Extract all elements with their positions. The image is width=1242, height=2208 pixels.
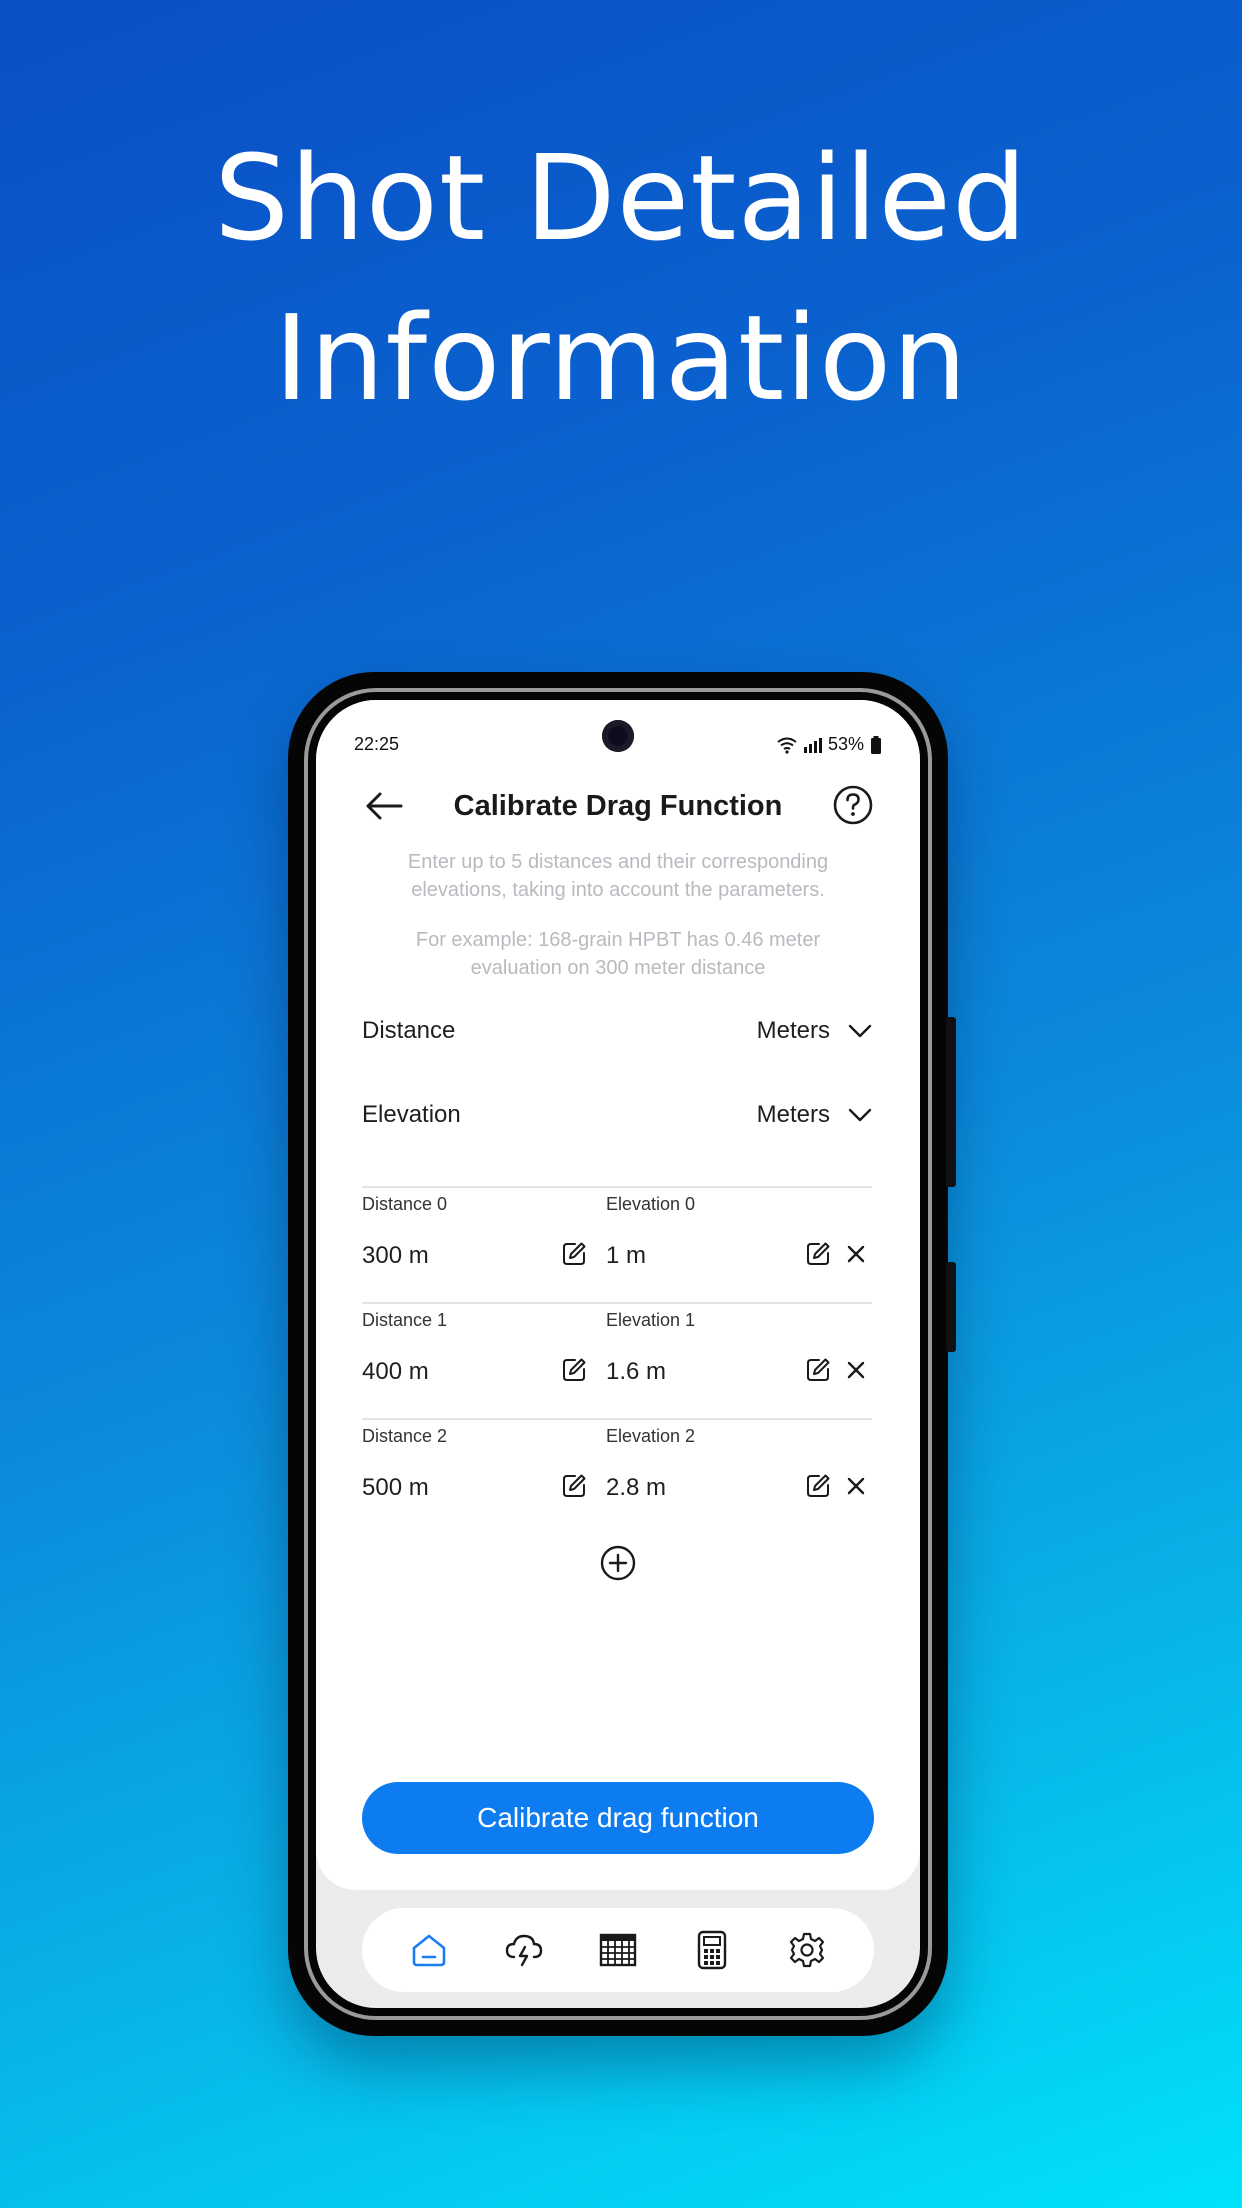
calibration-entry: Distance 1 Elevation 1 400 m 1.6 m [362, 1306, 872, 1420]
instructions-text: Enter up to 5 distances and their corres… [407, 851, 829, 901]
elevation-label: Elevation 1 [606, 1310, 696, 1330]
edit-elevation-icon[interactable] [804, 1356, 832, 1384]
elevation-value: 1 m [606, 1242, 647, 1269]
page-title: Calibrate Drag Function [453, 790, 783, 822]
distance-value: 300 m [362, 1242, 429, 1269]
calibrate-button[interactable]: Calibrate drag function [362, 1782, 874, 1854]
divider [362, 1302, 872, 1304]
elevation-unit-value: Meters [756, 1101, 830, 1128]
elevation-label: Elevation 0 [606, 1194, 696, 1214]
distance-value: 500 m [362, 1474, 429, 1501]
tab-settings[interactable] [780, 1923, 834, 1977]
power-button [946, 1262, 956, 1352]
headline-line-1: Shot Detailed [214, 129, 1028, 267]
headline: Shot Detailed Information [0, 118, 1242, 438]
edit-distance-icon[interactable] [560, 1240, 588, 1268]
distance-unit-value: Meters [756, 1017, 830, 1044]
distance-unit-select[interactable]: Meters [757, 1017, 872, 1045]
tab-calculator[interactable] [685, 1923, 739, 1977]
battery-icon [871, 735, 881, 754]
table-icon [599, 1933, 637, 1967]
signal-icon [803, 737, 822, 753]
battery-percent: 53% [827, 734, 864, 754]
distance-unit-label: Distance [362, 1017, 456, 1044]
help-icon[interactable] [832, 784, 874, 826]
tab-home[interactable] [402, 1923, 456, 1977]
front-camera [602, 720, 634, 752]
status-time: 22:25 [354, 734, 400, 754]
edit-elevation-icon[interactable] [804, 1472, 832, 1500]
divider [362, 1418, 872, 1420]
distance-label: Distance 1 [362, 1310, 448, 1330]
calibrate-button-label: Calibrate drag function [477, 1802, 759, 1833]
tab-weather[interactable] [497, 1923, 551, 1977]
calibration-entry: Distance 0 Elevation 0 300 m 1 m [362, 1190, 872, 1304]
calculator-icon [698, 1930, 727, 1970]
wifi-icon [777, 737, 797, 754]
volume-button [946, 1017, 956, 1187]
close-icon[interactable] [844, 1358, 868, 1382]
elevation-value: 1.6 m [606, 1358, 667, 1385]
home-icon [412, 1934, 446, 1967]
divider [362, 1186, 872, 1188]
elevation-label: Elevation 2 [606, 1426, 696, 1446]
example-text: For example: 168-grain HPBT has 0.46 met… [415, 929, 821, 979]
weather-icon [505, 1934, 542, 1967]
distance-label: Distance 0 [362, 1194, 448, 1214]
close-icon[interactable] [844, 1242, 868, 1266]
edit-distance-icon[interactable] [560, 1472, 588, 1500]
edit-elevation-icon[interactable] [804, 1240, 832, 1268]
elevation-unit-row: Elevation Meters [362, 1090, 872, 1140]
chevron-down-icon [848, 1024, 872, 1038]
bottom-tab-bar [362, 1908, 874, 1992]
phone-frame: 22:25 53% Calibrate Drag Function Enter … [288, 672, 956, 2036]
distance-label: Distance 2 [362, 1426, 448, 1446]
content-sheet: 22:25 53% Calibrate Drag Function Enter … [316, 700, 920, 1890]
tab-table[interactable] [591, 1923, 645, 1977]
calibration-entry: Distance 2 Elevation 2 500 m 2.8 m [362, 1422, 872, 1536]
headline-line-2: Information [273, 289, 969, 427]
elevation-unit-label: Elevation [362, 1101, 461, 1128]
settings-icon [789, 1932, 824, 1968]
elevation-unit-select[interactable]: Meters [757, 1101, 872, 1129]
edit-distance-icon[interactable] [560, 1356, 588, 1384]
elevation-value: 2.8 m [606, 1474, 667, 1501]
chevron-down-icon [848, 1108, 872, 1122]
distance-value: 400 m [362, 1358, 429, 1385]
close-icon[interactable] [844, 1474, 868, 1498]
add-entry-button[interactable] [599, 1544, 637, 1582]
app-header: Calibrate Drag Function [316, 770, 920, 840]
phone-screen: 22:25 53% Calibrate Drag Function Enter … [316, 700, 920, 2008]
distance-unit-row: Distance Meters [362, 1006, 872, 1056]
